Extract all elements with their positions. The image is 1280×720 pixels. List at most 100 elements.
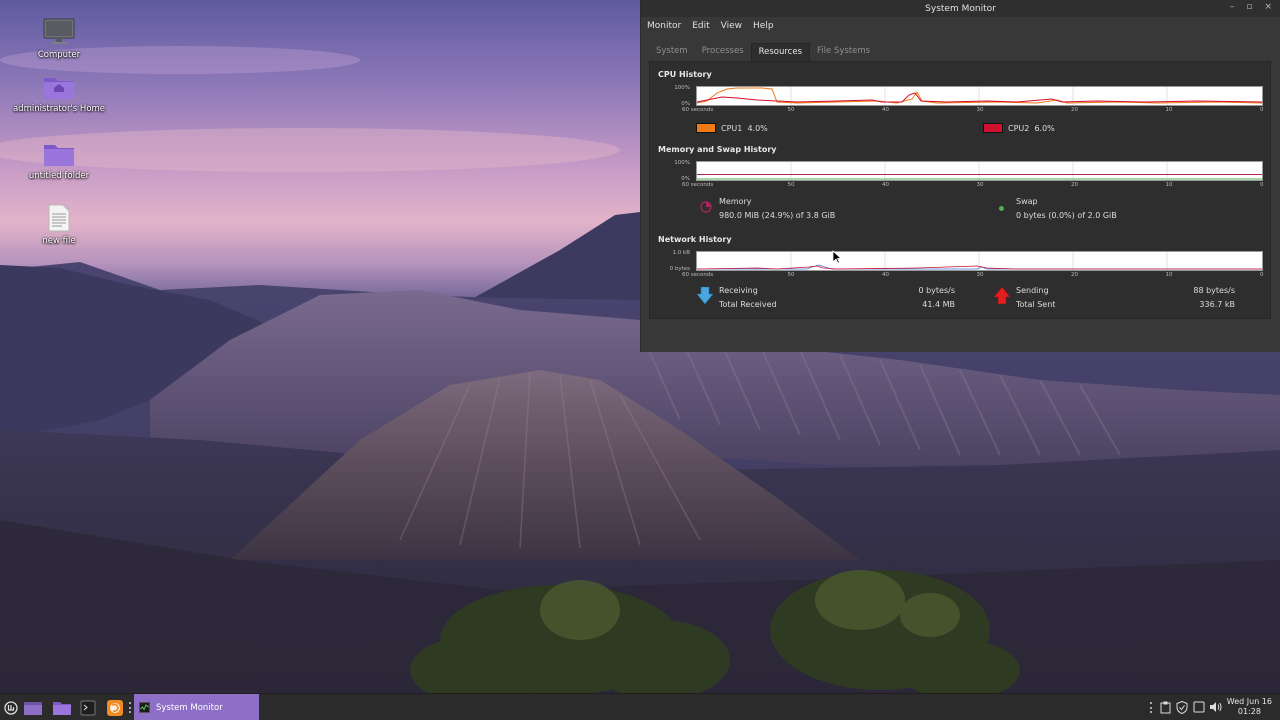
menu-help[interactable]: Help — [753, 21, 774, 31]
taskbar-separator — [129, 702, 131, 713]
cpu-history-title: CPU History — [658, 70, 712, 79]
memory-value: 980.0 MiB (24.9%) of 3.8 GiB — [719, 211, 836, 220]
taskbar-task-system-monitor[interactable]: System Monitor — [134, 694, 259, 720]
tab-processes[interactable]: Processes — [695, 43, 751, 61]
desktop-icon-untitled-folder[interactable]: untitled folder — [9, 137, 109, 181]
network-x-tick: 10 — [1165, 272, 1173, 278]
cpu-x-tick: 20 — [1071, 107, 1078, 113]
window-titlebar[interactable]: System Monitor – ▫ × — [641, 0, 1280, 17]
folder-icon — [42, 137, 76, 167]
cpu-y-top: 100% — [674, 85, 690, 91]
clock-date: Wed Jun 16 — [1226, 697, 1272, 706]
memory-x-tick: 10 — [1165, 182, 1173, 188]
desktop-icon-label: administrator's Home — [12, 104, 106, 114]
cpu-x-tick: 60 seconds — [682, 107, 714, 113]
network-history-title: Network History — [658, 235, 732, 244]
cpu-x-tick: 0 — [1260, 107, 1264, 113]
close-button[interactable]: × — [1264, 2, 1272, 12]
display-icon[interactable] — [1192, 700, 1206, 714]
desktop-icon-label: new file — [42, 236, 76, 246]
window-title: System Monitor — [925, 3, 996, 14]
show-desktop-icon[interactable] — [21, 694, 45, 720]
memory-label: Memory — [719, 197, 752, 206]
upload-arrow-icon[interactable] — [993, 286, 1011, 307]
menu-edit[interactable]: Edit — [692, 21, 709, 31]
cpu-x-tick: 40 — [882, 107, 889, 113]
tray-separator — [1150, 702, 1152, 713]
memory-x-tick: 30 — [976, 182, 984, 188]
network-x-tick: 50 — [787, 272, 795, 278]
menubar: Monitor Edit View Help — [641, 17, 1280, 34]
clock-time: 01:28 — [1237, 707, 1261, 716]
network-x-tick: 0 — [1260, 272, 1264, 278]
memory-x-tick: 20 — [1071, 182, 1078, 188]
memory-history-graph — [696, 161, 1263, 181]
file-manager-icon[interactable] — [50, 694, 74, 720]
resources-panel: CPU History 100% 0% CPU1 4.0% CPU2 6.0% … — [649, 61, 1271, 319]
swap-pie-icon[interactable] — [999, 206, 1004, 211]
sending-line — [696, 265, 1262, 270]
receiving-value: 0 bytes/s — [918, 286, 955, 295]
mouse-cursor — [832, 250, 843, 267]
memory-x-tick: 0 — [1260, 182, 1264, 188]
taskbar: System Monitor Wed Jun 16 01:28 — [0, 693, 1280, 720]
computer-icon — [42, 16, 76, 46]
system-monitor-icon — [139, 702, 150, 713]
desktop-icon-label: untitled folder — [28, 171, 90, 181]
text-file-icon — [42, 202, 76, 232]
total-received-value: 41.4 MB — [922, 300, 955, 309]
memory-x-tick: 60 seconds — [682, 182, 714, 188]
volume-icon[interactable] — [1208, 700, 1222, 714]
cpu1-color-swatch[interactable] — [696, 123, 716, 133]
network-x-tick: 40 — [882, 272, 889, 278]
memory-pie-icon[interactable] — [700, 201, 712, 216]
cpu-x-tick: 30 — [976, 107, 984, 113]
network-x-tick: 60 seconds — [682, 272, 714, 278]
start-menu-button[interactable] — [2, 694, 20, 720]
cpu-history-graph — [696, 86, 1263, 106]
home-folder-icon — [42, 70, 76, 100]
swap-label: Swap — [1016, 197, 1038, 206]
sending-label: Sending — [1016, 286, 1049, 295]
desktop-icon-new-file[interactable]: new file — [9, 202, 109, 246]
network-x-tick: 20 — [1071, 272, 1078, 278]
cpu2-color-swatch[interactable] — [983, 123, 1003, 133]
tab-file-systems[interactable]: File Systems — [810, 43, 877, 61]
swap-value: 0 bytes (0.0%) of 2.0 GiB — [1016, 211, 1117, 220]
menu-view[interactable]: View — [721, 21, 742, 31]
cpu-x-tick: 50 — [787, 107, 795, 113]
tab-bar: System Processes Resources File Systems — [649, 43, 877, 61]
cpu-x-tick: 10 — [1165, 107, 1173, 113]
menu-monitor[interactable]: Monitor — [647, 21, 681, 31]
maximize-button[interactable]: ▫ — [1246, 2, 1252, 12]
terminal-icon[interactable] — [78, 694, 98, 720]
shield-icon[interactable] — [1175, 700, 1189, 714]
memory-x-tick: 40 — [882, 182, 889, 188]
network-history-graph — [696, 251, 1263, 271]
tab-system[interactable]: System — [649, 43, 695, 61]
system-monitor-window[interactable]: System Monitor – ▫ × Monitor Edit View H… — [640, 0, 1280, 352]
desktop-icon-home[interactable]: administrator's Home — [9, 70, 109, 114]
clipboard-icon[interactable] — [1158, 700, 1172, 714]
network-x-tick: 30 — [976, 272, 984, 278]
memory-history-title: Memory and Swap History — [658, 145, 777, 154]
minimize-button[interactable]: – — [1230, 2, 1235, 12]
total-sent-label: Total Sent — [1016, 300, 1056, 309]
firefox-icon[interactable] — [104, 694, 126, 720]
sending-value: 88 bytes/s — [1193, 286, 1235, 295]
network-y-top: 1.0 kB — [672, 250, 690, 256]
taskbar-task-label: System Monitor — [156, 702, 223, 713]
tab-resources[interactable]: Resources — [750, 43, 811, 61]
cpu2-line — [696, 92, 1263, 103]
total-sent-value: 336.7 kB — [1199, 300, 1235, 309]
memory-x-tick: 50 — [787, 182, 795, 188]
memory-y-top: 100% — [674, 160, 690, 166]
cpu1-label: CPU1 4.0% — [721, 124, 768, 133]
receiving-label: Receiving — [719, 286, 758, 295]
clock[interactable]: Wed Jun 16 01:28 — [1227, 697, 1272, 717]
total-received-label: Total Received — [719, 300, 777, 309]
desktop-icon-computer[interactable]: Computer — [9, 16, 109, 60]
cpu2-label: CPU2 6.0% — [1008, 124, 1055, 133]
desktop-icon-label: Computer — [37, 50, 81, 60]
download-arrow-icon[interactable] — [696, 286, 714, 307]
